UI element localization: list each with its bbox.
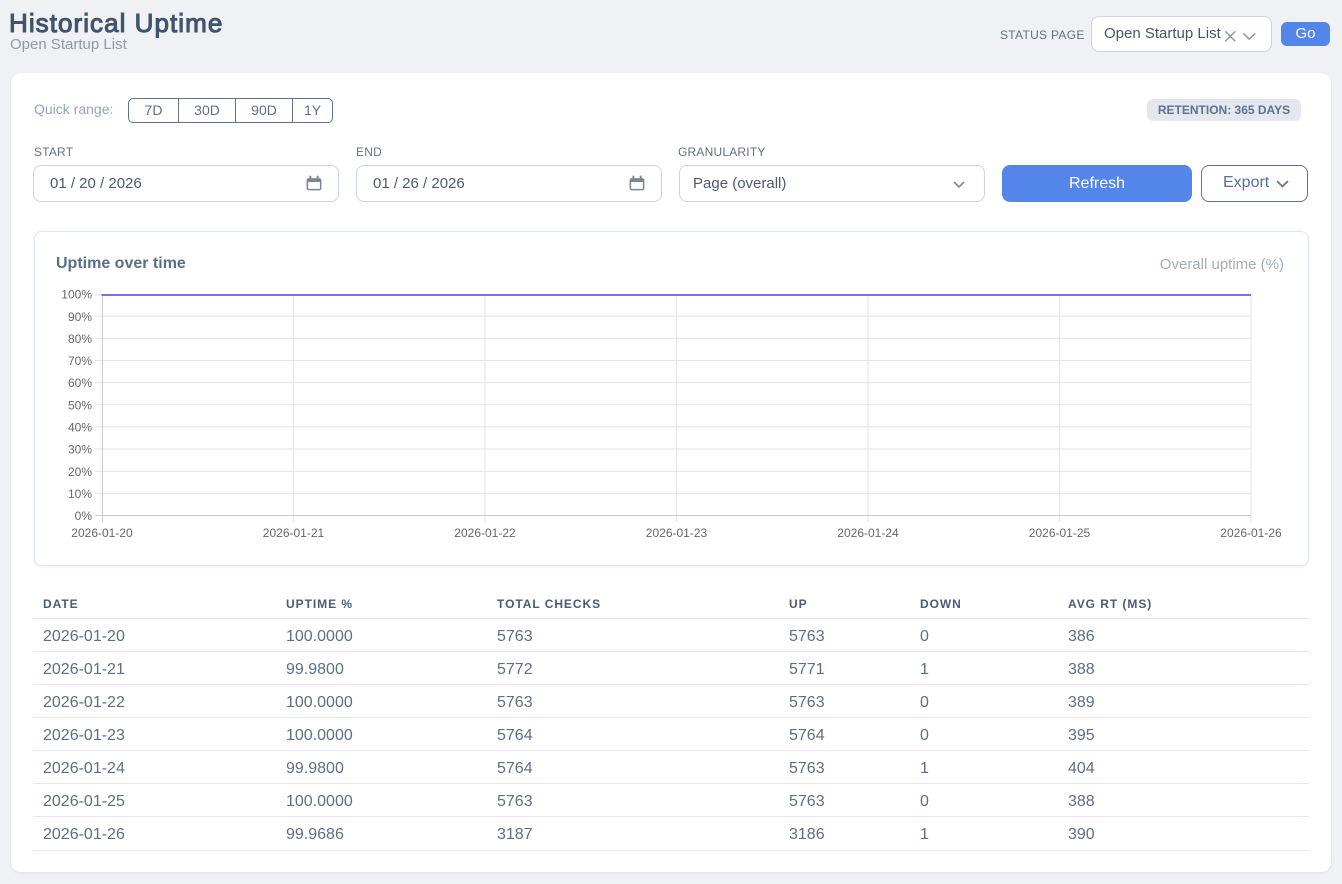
svg-text:2026-01-23: 2026-01-23 [646, 526, 708, 540]
svg-text:2026-01-25: 2026-01-25 [1029, 526, 1091, 540]
svg-text:2026-01-26: 2026-01-26 [1220, 526, 1282, 540]
svg-text:2026-01-22: 2026-01-22 [454, 526, 516, 540]
svg-text:70%: 70% [68, 354, 92, 368]
svg-text:2026-01-24: 2026-01-24 [837, 526, 899, 540]
svg-text:100%: 100% [61, 288, 92, 302]
svg-text:0%: 0% [75, 509, 93, 523]
svg-text:30%: 30% [68, 443, 92, 457]
svg-text:80%: 80% [68, 332, 92, 346]
svg-text:50%: 50% [68, 398, 92, 412]
svg-text:2026-01-20: 2026-01-20 [71, 526, 133, 540]
svg-text:2026-01-21: 2026-01-21 [263, 526, 325, 540]
svg-text:20%: 20% [68, 465, 92, 479]
svg-text:60%: 60% [68, 376, 92, 390]
svg-text:40%: 40% [68, 421, 92, 435]
svg-text:90%: 90% [68, 310, 92, 324]
svg-text:10%: 10% [68, 487, 92, 501]
